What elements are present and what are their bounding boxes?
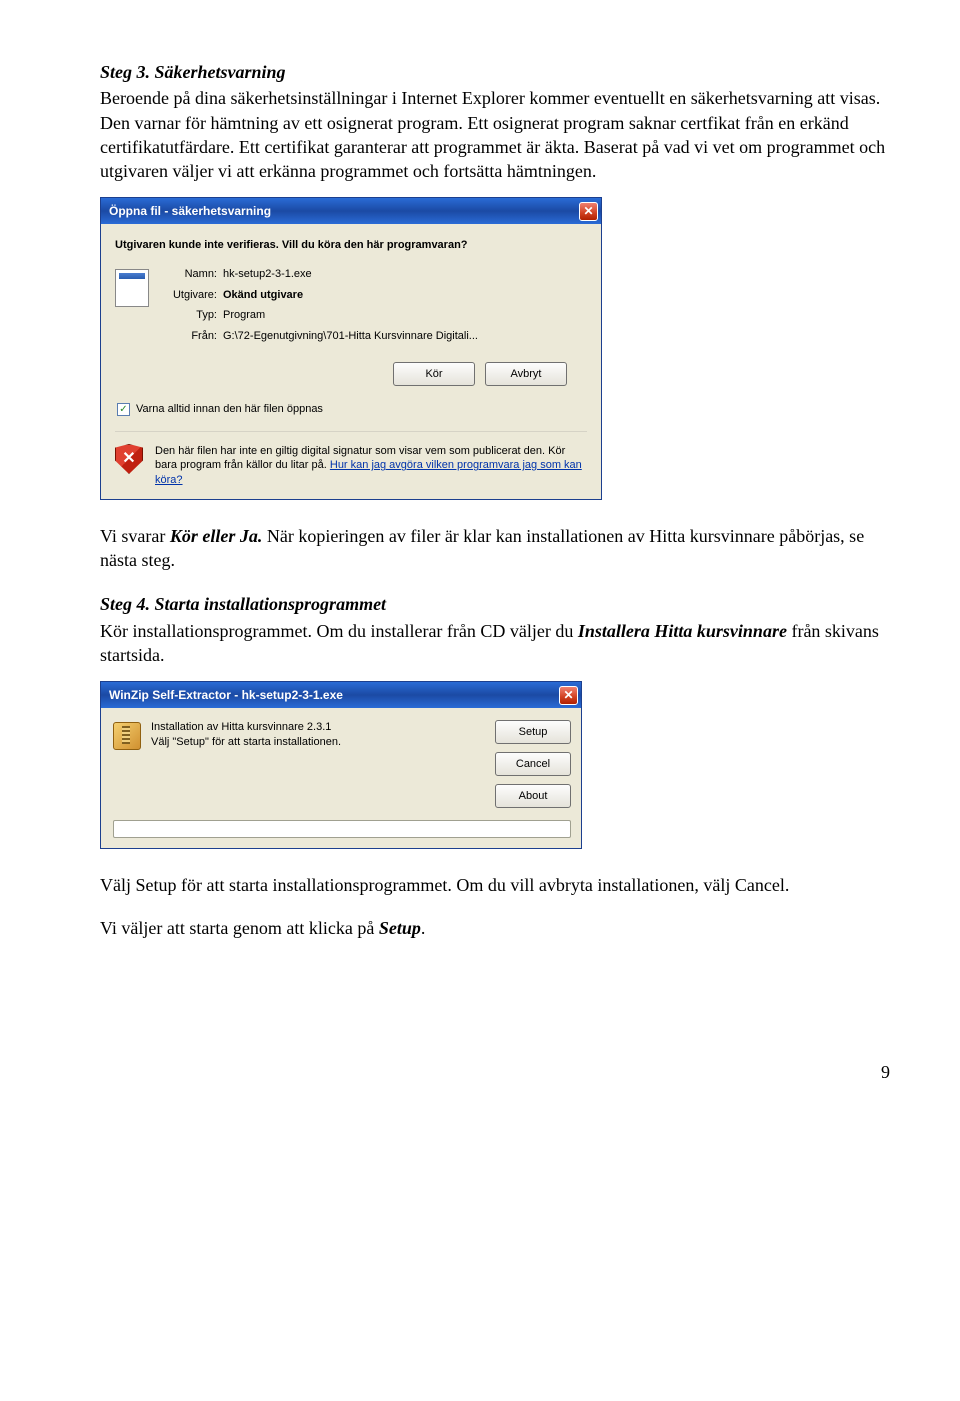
step4-heading: Steg 4. Starta installationsprogrammet	[100, 592, 890, 616]
step3-heading: Steg 3. Säkerhetsvarning	[100, 60, 890, 84]
security-warning-dialog: Öppna fil - säkerhetsvarning ✕ Utgivaren…	[100, 197, 602, 499]
warning-text: Den här filen har inte en giltig digital…	[155, 444, 587, 487]
dialog1-question: Utgivaren kunde inte verifieras. Vill du…	[115, 238, 587, 252]
application-icon	[115, 269, 149, 307]
cancel-button[interactable]: Cancel	[495, 752, 571, 776]
shield-icon: ✕	[115, 444, 143, 474]
step3-paragraph: Beroende på dina säkerhetsinställningar …	[100, 86, 890, 183]
file-info-grid: Namn: hk-setup2-3-1.exe Utgivare: Okänd …	[163, 267, 478, 344]
value-type: Program	[223, 308, 478, 323]
label-from: Från:	[163, 329, 223, 344]
dialog1-titlebar: Öppna fil - säkerhetsvarning ✕	[101, 198, 601, 224]
progress-bar	[113, 820, 571, 838]
cancel-button[interactable]: Avbryt	[485, 362, 567, 386]
value-publisher: Okänd utgivare	[223, 288, 478, 303]
after-dialog1-paragraph: Vi svarar Kör eller Ja. När kopieringen …	[100, 524, 890, 573]
label-type: Typ:	[163, 308, 223, 323]
close-icon[interactable]: ✕	[559, 686, 578, 705]
dialog2-title: WinZip Self-Extractor - hk-setup2-3-1.ex…	[109, 687, 343, 703]
dialog2-titlebar: WinZip Self-Extractor - hk-setup2-3-1.ex…	[101, 682, 581, 708]
close-icon[interactable]: ✕	[579, 202, 598, 221]
label-publisher: Utgivare:	[163, 288, 223, 303]
step4-paragraph: Kör installationsprogrammet. Om du insta…	[100, 619, 890, 668]
label-name: Namn:	[163, 267, 223, 282]
run-button[interactable]: Kör	[393, 362, 475, 386]
about-button[interactable]: About	[495, 784, 571, 808]
dialog1-title: Öppna fil - säkerhetsvarning	[109, 203, 271, 219]
value-name: hk-setup2-3-1.exe	[223, 267, 478, 282]
divider	[115, 431, 587, 432]
after-dialog2-para2: Vi väljer att starta genom att klicka på…	[100, 916, 890, 940]
warn-checkbox-label: Varna alltid innan den här filen öppnas	[136, 402, 323, 417]
page-number: 9	[100, 1060, 890, 1084]
emph-kor-ja: Kör eller Ja.	[170, 526, 263, 546]
after-dialog2-para1: Välj Setup för att starta installationsp…	[100, 873, 890, 897]
winzip-extractor-dialog: WinZip Self-Extractor - hk-setup2-3-1.ex…	[100, 681, 582, 849]
emph-install: Installera Hitta kursvinnare	[578, 621, 787, 641]
dialog2-text: Installation av Hitta kursvinnare 2.3.1 …	[151, 720, 485, 749]
emph-setup: Setup	[379, 918, 421, 938]
value-from: G:\72-Egenutgivning\701-Hitta Kursvinnar…	[223, 329, 478, 344]
setup-button[interactable]: Setup	[495, 720, 571, 744]
winzip-icon	[113, 722, 141, 750]
warn-checkbox[interactable]: ✓	[117, 403, 130, 416]
